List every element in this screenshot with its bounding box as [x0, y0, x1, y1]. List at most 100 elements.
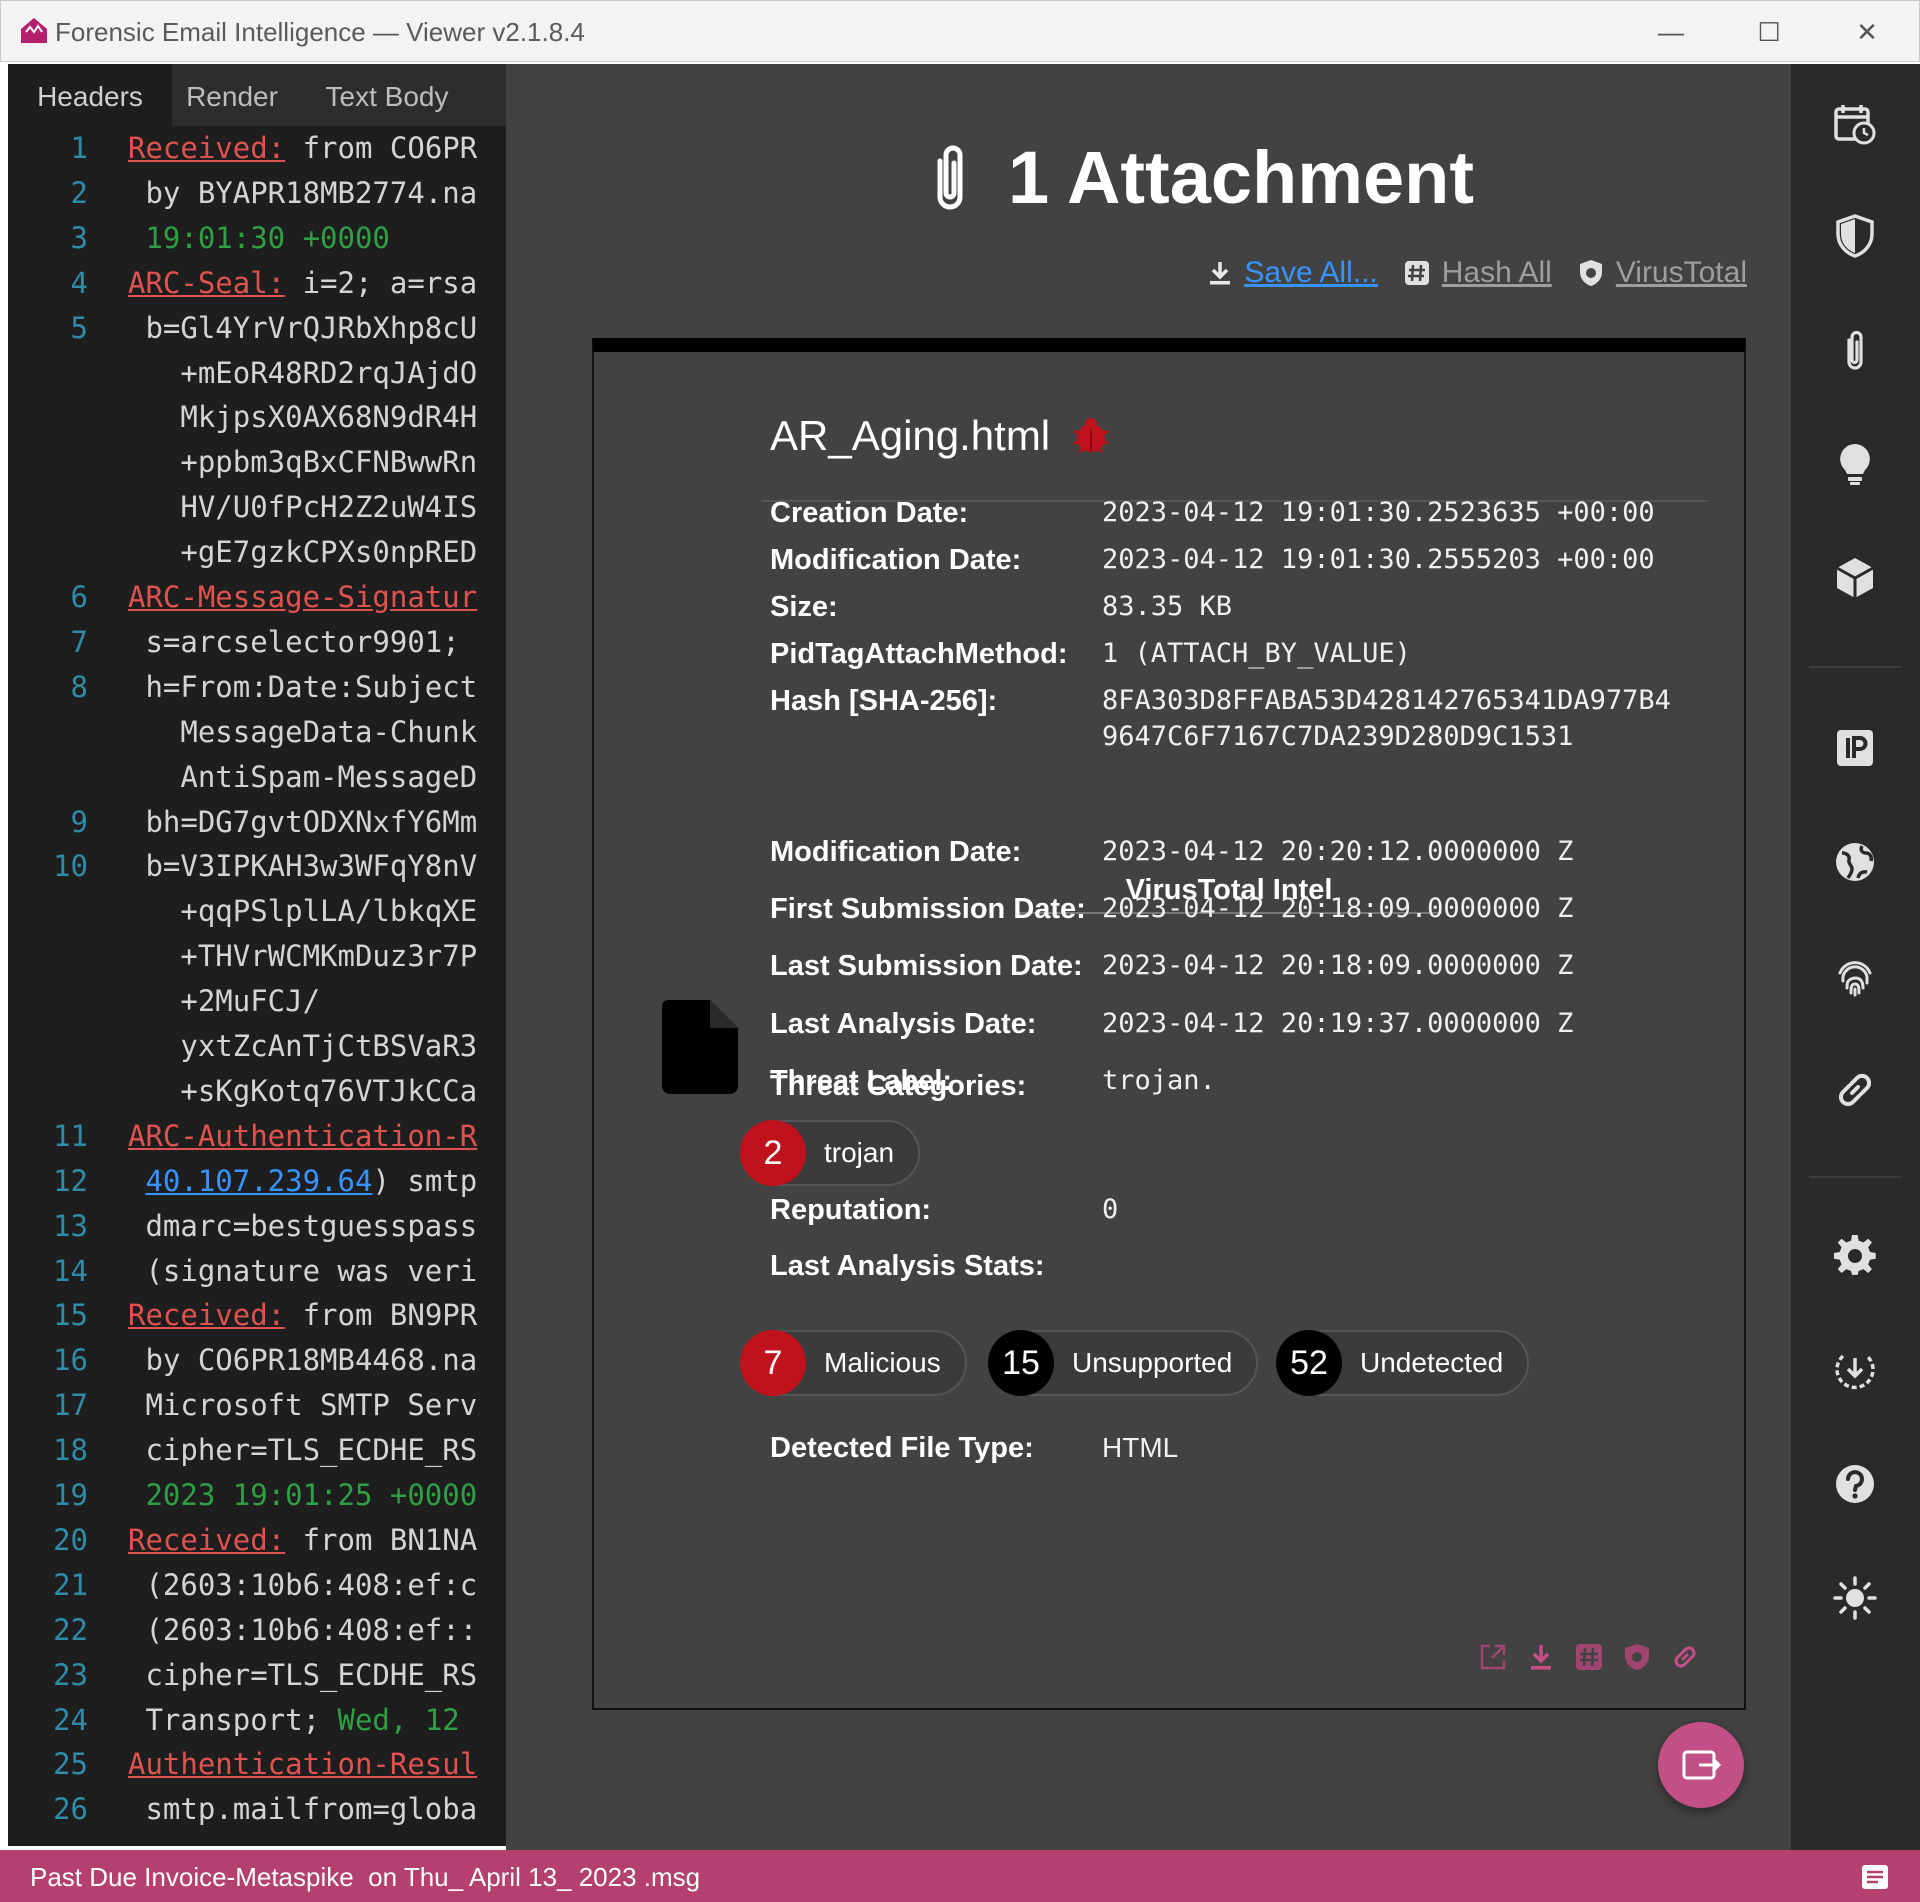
stat-chip-malicious[interactable]: 7 Malicious: [740, 1330, 967, 1396]
line-text: 19:01:30 +0000: [128, 216, 389, 261]
tab-text-body[interactable]: Text Body: [292, 64, 482, 126]
property-value: 2023-04-12 19:01:30.2523635 +00:00: [1102, 497, 1655, 528]
code-segment: smtp.mailfrom=globa: [128, 1792, 478, 1827]
code-segment: Transport;: [128, 1702, 338, 1737]
window-titlebar: Forensic Email Intelligence — Viewer v2.…: [0, 0, 1920, 62]
line-number: 9: [70, 804, 88, 839]
sidebar-item-security[interactable]: [1829, 210, 1881, 262]
attachment-filename: AR_Aging.html: [770, 412, 1051, 459]
code-segment: +THVrWCMKmDuz3r7P: [128, 939, 478, 974]
sidebar-item-links[interactable]: [1829, 1064, 1881, 1116]
stat-chip-undetected[interactable]: 52 Undetected: [1276, 1330, 1530, 1396]
line-text: by CO6PR18MB4468.na: [128, 1338, 477, 1383]
sidebar-item-package[interactable]: [1829, 552, 1881, 604]
threat-category-chip[interactable]: 2 trojan: [740, 1120, 921, 1186]
header-field-name: Received:: [128, 1522, 286, 1557]
line-number: 3: [70, 220, 88, 255]
threat-category-count: 2: [740, 1120, 806, 1186]
sidebar-item-geolocation[interactable]: [1829, 836, 1881, 888]
code-segment: +gE7gzkCPXs0npRED: [128, 535, 478, 570]
detected-file-type-label: Detected File Type:: [770, 1432, 1034, 1464]
export-icon: [1682, 1750, 1721, 1780]
ip-icon: [1837, 730, 1873, 766]
cube-icon: [1836, 558, 1874, 598]
tab-headers[interactable]: Headers: [8, 64, 172, 126]
close-button[interactable]: ✕: [1827, 9, 1907, 55]
sidebar-item-theme[interactable]: [1829, 1572, 1881, 1624]
property-label: Last Submission Date:: [770, 950, 1083, 983]
window-title: Forensic Email Intelligence — Viewer v2.…: [55, 17, 585, 47]
line-text: b=V3IPKAH3w3WFqY8nV: [128, 844, 477, 889]
status-bar: Past Due Invoice-Metaspike on Thu_ April…: [0, 1850, 1920, 1902]
attachments-panel: 1 Attachment Save All... Hash All VirusT…: [506, 64, 1791, 1850]
sidebar-item-attachments[interactable]: [1829, 324, 1881, 376]
line-text: MkjpsX0AX68N9dR4H: [128, 395, 477, 440]
line-number: 11: [53, 1118, 88, 1153]
stat-label-unsupported: Unsupported: [1072, 1347, 1233, 1378]
hash-icon: [1404, 261, 1429, 285]
code-segment: from BN1NA: [285, 1522, 478, 1557]
sidebar-item-insights[interactable]: [1829, 438, 1881, 490]
sidebar-item-timeline[interactable]: [1829, 98, 1881, 150]
stat-count-malicious: 7: [740, 1330, 806, 1396]
maximize-button[interactable]: ☐: [1729, 9, 1809, 55]
header-field-name: Authentication-Resul: [128, 1747, 478, 1782]
line-number: 2: [70, 175, 88, 210]
line-number: 19: [53, 1478, 88, 1512]
save-attachment-icon[interactable]: [1526, 1642, 1556, 1672]
line-number: 7: [70, 624, 88, 659]
line-text: Transport; Wed, 12: [128, 1698, 459, 1743]
download-icon: [1210, 262, 1231, 285]
shield-icon: [1836, 214, 1874, 258]
sidebar-item-help[interactable]: [1829, 1458, 1881, 1510]
threat-category-label: trojan: [824, 1137, 895, 1168]
code-segment: from CO6PR: [285, 131, 478, 165]
code-segment: +sKgKotq76VTJkCCa: [128, 1073, 478, 1108]
property-label: PidTagAttachMethod:: [770, 638, 1068, 670]
property-value: 8FA303D8FFABA53D428142765341DA977B4 9647…: [1102, 685, 1671, 752]
sidebar-item-settings[interactable]: [1829, 1230, 1881, 1282]
line-number: 23: [53, 1657, 88, 1692]
sidebar-item-import[interactable]: [1829, 1344, 1881, 1396]
line-text: ARC-Seal: i=2; a=rsa: [128, 261, 477, 306]
line-text: cipher=TLS_ECDHE_RS: [128, 1653, 477, 1698]
open-external-icon[interactable]: [1478, 1642, 1508, 1672]
scan-attachment-icon[interactable]: [1622, 1642, 1652, 1672]
notes-icon[interactable]: [1860, 1862, 1890, 1892]
header-field-name: Received:: [128, 1298, 286, 1333]
code-segment: i=2; a=rsa: [285, 265, 478, 300]
line-text: Authentication-Resul: [128, 1742, 477, 1787]
property-value: 83.35 KB: [1102, 591, 1233, 622]
virustotal-button[interactable]: VirusTotal: [1578, 256, 1747, 290]
export-fab-button[interactable]: [1658, 1722, 1744, 1808]
tab-render[interactable]: Render: [172, 64, 292, 126]
save-all-button[interactable]: Save All...: [1208, 256, 1378, 290]
gear-icon: [1833, 1234, 1876, 1275]
stat-chip-unsupported[interactable]: 15 Unsupported: [988, 1330, 1259, 1396]
line-number: 14: [53, 1253, 88, 1288]
property-value: 2023-04-12 20:18:09.0000000 Z: [1102, 893, 1574, 925]
minimize-button[interactable]: —: [1631, 9, 1711, 55]
code-segment: s=arcselector9901;: [128, 624, 460, 659]
property-label: Modification Date:: [770, 836, 1022, 868]
link-icon: [1838, 1073, 1872, 1107]
line-number: 4: [70, 265, 88, 300]
hash-all-button[interactable]: Hash All: [1404, 256, 1552, 290]
sidebar-item-ip[interactable]: [1829, 722, 1881, 774]
code-segment: cipher=TLS_ECDHE_RS: [128, 1657, 478, 1692]
code-segment: +qqPSlplLA/lbkqXE: [128, 894, 478, 929]
code-segment: by BYAPR18MB2774.na: [128, 175, 478, 210]
attachments-heading: 1 Attachment: [926, 132, 1474, 222]
sidebar-item-fingerprint[interactable]: [1829, 950, 1881, 1002]
link-attachment-icon[interactable]: [1670, 1642, 1700, 1672]
code-segment: +mEoR48RD2rqJAjdO: [128, 355, 478, 390]
help-icon: [1836, 1465, 1874, 1503]
line-text: b=Gl4YrVrQJRbXhp8cU: [128, 306, 477, 351]
line-number: 6: [70, 580, 88, 614]
headers-pane: Headers Render Text Body 1 Received: from…: [8, 64, 506, 1846]
code-segment: b=Gl4YrVrQJRbXhp8cU: [128, 310, 478, 345]
hash-attachment-icon[interactable]: [1574, 1642, 1604, 1672]
line-number: 17: [53, 1388, 88, 1423]
ip-link[interactable]: 40.107.239.64: [145, 1164, 372, 1198]
attachment-quick-actions: [1478, 1642, 1700, 1672]
